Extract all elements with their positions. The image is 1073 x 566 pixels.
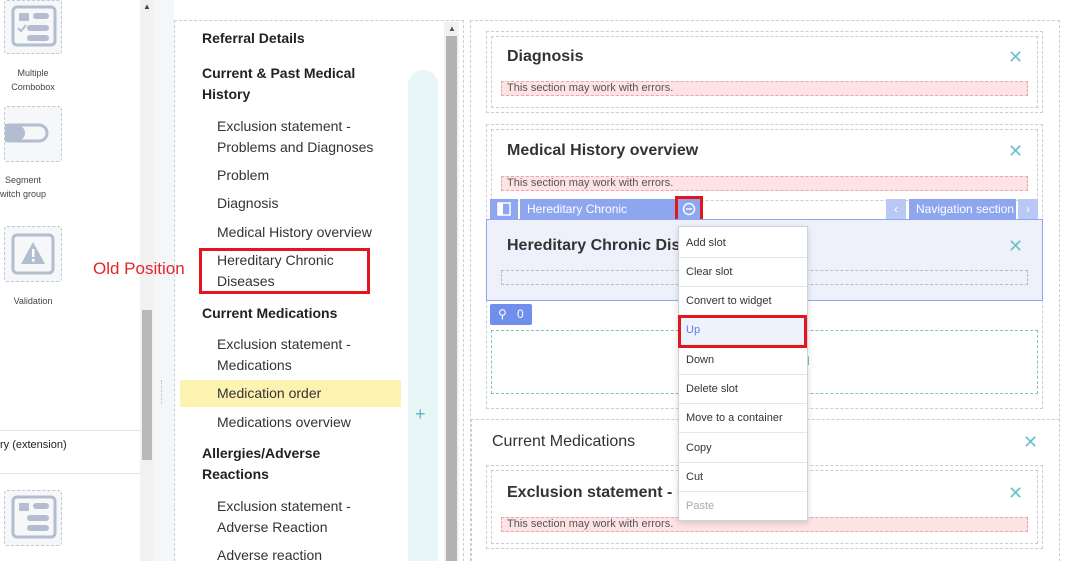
slot-name-label[interactable]: Hereditary Chronic Diseases [520,199,676,236]
nav-prev-button[interactable]: ‹ [886,199,906,219]
menu-copy[interactable]: Copy [679,434,807,463]
tile-label: witch group [0,189,47,199]
nav-section-medical-history[interactable]: Current & Past Medical [202,63,355,84]
extension-row[interactable]: ry (extension) [0,430,140,474]
navigation-section-label[interactable]: Navigation section [909,199,1016,219]
close-icon[interactable]: ✕ [1008,142,1023,160]
nav-section-allergies-line2[interactable]: Reactions [202,464,269,485]
slot-context-menu: Add slot Clear slot Convert to widget Up… [678,226,808,521]
close-icon[interactable]: ✕ [1008,237,1023,255]
nav-add-rail [408,70,438,561]
tile-label: Segment [4,175,42,185]
close-icon[interactable]: ✕ [1008,48,1023,66]
error-banner: This section may work with errors. [501,81,1028,96]
close-icon[interactable]: ✕ [1023,433,1038,451]
nav-section-allergies[interactable]: Allergies/Adverse [202,443,320,464]
form-list-icon [11,495,57,539]
slot-layout-button[interactable] [490,199,518,219]
old-position-highlight-box [199,248,370,294]
hereditary-title: Hereditary Chronic Dise [507,237,690,254]
menu-down[interactable]: Down [679,346,807,375]
scrollbar-thumb[interactable] [446,36,457,561]
error-banner: This section may work with errors. [501,176,1028,191]
nav-section-medical-history-line2[interactable]: History [202,84,250,105]
link-count-badge[interactable]: ⚲ 0 [490,304,532,325]
diagnosis-title: Diagnosis [507,48,584,65]
menu-delete-slot[interactable]: Delete slot [679,375,807,404]
add-section-icon[interactable]: + [415,404,426,425]
layout-icon [497,202,511,216]
nav-item-exclusion-problems-line2[interactable]: Problems and Diagnoses [217,137,373,158]
segment-switch-widget[interactable] [0,106,62,162]
nav-next-button[interactable]: › [1018,199,1038,219]
link-icon: ⚲ [498,307,507,321]
widget-palette: Multiple Combobox Segment witch group Va… [0,0,140,561]
nav-item-problem[interactable]: Problem [217,165,269,186]
nav-item-exclusion-medications-line2[interactable]: Medications [217,355,292,376]
form-list-icon [11,5,57,47]
warning-icon [11,233,55,275]
menu-cut[interactable]: Cut [679,463,807,492]
up-highlight-box [678,315,807,348]
menu-clear-slot[interactable]: Clear slot [679,258,807,287]
exclusion-title: Exclusion statement - M [507,484,691,501]
palette-scrollbar[interactable]: ▲ [140,0,154,561]
nav-item-medications-overview[interactable]: Medications overview [217,412,351,433]
tile-label: Validation [13,296,53,306]
scroll-up-icon[interactable]: ▲ [143,2,151,11]
nav-section-current-medications[interactable]: Current Medications [202,303,337,324]
diagnosis-section[interactable] [486,31,1043,113]
menu-convert-to-widget[interactable]: Convert to widget [679,287,807,316]
nav-item-exclusion-medications[interactable]: Exclusion statement - [217,334,351,355]
toggle-icon [0,123,49,143]
nav-item-diagnosis[interactable]: Diagnosis [217,193,278,214]
scrollbar-thumb[interactable] [142,310,152,460]
menu-move-to-container[interactable]: Move to a container [679,404,807,433]
menu-paste: Paste [686,500,715,512]
close-icon[interactable]: ✕ [1008,484,1023,502]
nav-item-exclusion-problems[interactable]: Exclusion statement - [217,116,351,137]
nav-item-medication-order[interactable]: Medication order [217,383,321,404]
tile-label: Multiple [17,68,49,78]
form-widget[interactable] [4,490,62,546]
menu-add-slot[interactable]: Add slot [679,229,807,258]
scroll-up-icon[interactable]: ▲ [448,24,456,33]
nav-section-referral-details[interactable]: Referral Details [202,28,305,49]
extension-label: ry (extension) [0,439,67,451]
nav-item-exclusion-adverse[interactable]: Exclusion statement - [217,496,351,517]
nav-item-exclusion-adverse-line2[interactable]: Adverse Reaction [217,517,328,538]
medical-history-title: Medical History overview [507,142,699,159]
current-medications-title: Current Medications [492,433,636,450]
nav-scrollbar[interactable]: ▲ [444,22,459,561]
old-position-annotation: Old Position [93,259,185,278]
nav-item-adverse-reaction[interactable]: Adverse reaction [217,545,322,566]
splitter[interactable] [154,0,174,561]
validation-widget[interactable] [4,226,62,282]
multiple-combobox-widget[interactable] [4,0,62,54]
link-count: 0 [517,307,524,321]
nav-item-medical-history-overview[interactable]: Medical History overview [217,222,372,243]
tile-label: Combobox [11,82,55,92]
